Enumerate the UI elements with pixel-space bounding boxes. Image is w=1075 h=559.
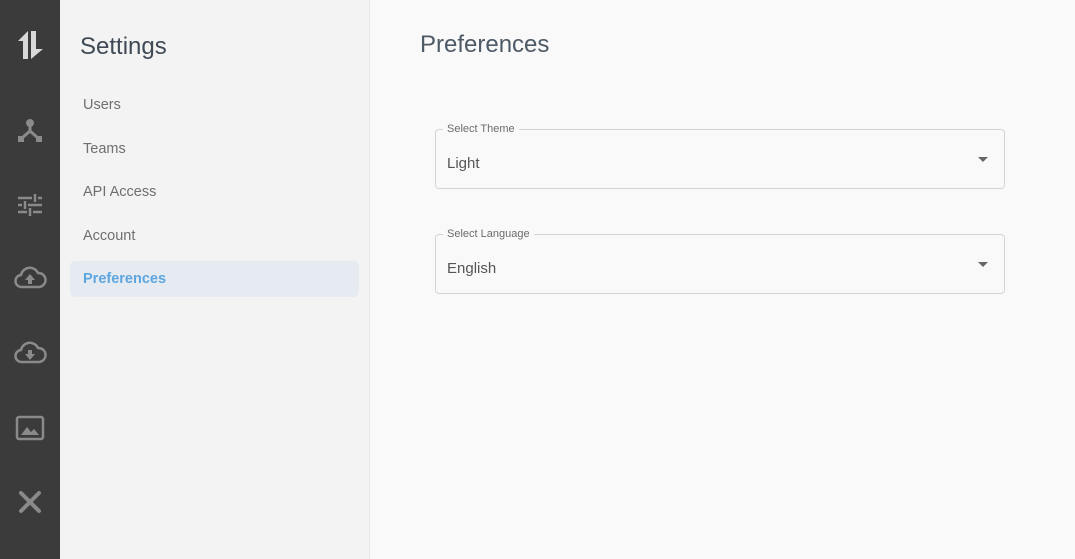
icon-bar xyxy=(0,0,60,559)
theme-select-value: Light xyxy=(447,155,480,172)
image-icon xyxy=(15,415,45,441)
cloud-upload-icon xyxy=(14,266,47,289)
sidebar-item-label: Account xyxy=(83,228,136,244)
nav-network[interactable] xyxy=(0,110,60,150)
theme-select[interactable]: Select Theme Light xyxy=(435,123,1005,189)
tools-icon xyxy=(19,491,41,513)
nav-upload[interactable] xyxy=(0,258,60,298)
sidebar-item-api-access[interactable]: API Access xyxy=(70,174,359,210)
caret-down-icon xyxy=(978,262,988,267)
sidebar-item-label: API Access xyxy=(83,184,157,200)
language-select[interactable]: Select Language English xyxy=(435,228,1005,294)
sidebar-item-label: Teams xyxy=(83,141,126,157)
page-title: Preferences xyxy=(420,31,550,58)
sidebar-item-preferences[interactable]: Preferences xyxy=(70,261,359,297)
sidebar-item-teams[interactable]: Teams xyxy=(70,131,359,167)
language-select-value: English xyxy=(447,260,497,277)
sidebar-title: Settings xyxy=(80,33,167,60)
nav-download[interactable] xyxy=(0,333,60,373)
theme-select-label: Select Theme xyxy=(443,123,519,135)
nav-sliders[interactable] xyxy=(0,185,60,225)
sidebar-item-label: Preferences xyxy=(83,271,167,287)
logo-button[interactable] xyxy=(0,25,60,65)
nav-tools[interactable] xyxy=(0,482,60,522)
cloud-download-icon xyxy=(14,341,47,364)
sidebar-item-label: Users xyxy=(83,97,121,113)
logo-icon xyxy=(18,31,43,59)
sidebar-item-account[interactable]: Account xyxy=(70,218,359,254)
sidebar-item-users[interactable]: Users xyxy=(70,87,359,123)
network-icon xyxy=(18,119,42,142)
sliders-icon xyxy=(18,194,42,216)
nav-images[interactable] xyxy=(0,408,60,448)
caret-down-icon xyxy=(978,157,988,162)
settings-sidebar: Settings Users Teams API Access Account … xyxy=(60,0,370,559)
language-select-label: Select Language xyxy=(443,228,534,240)
